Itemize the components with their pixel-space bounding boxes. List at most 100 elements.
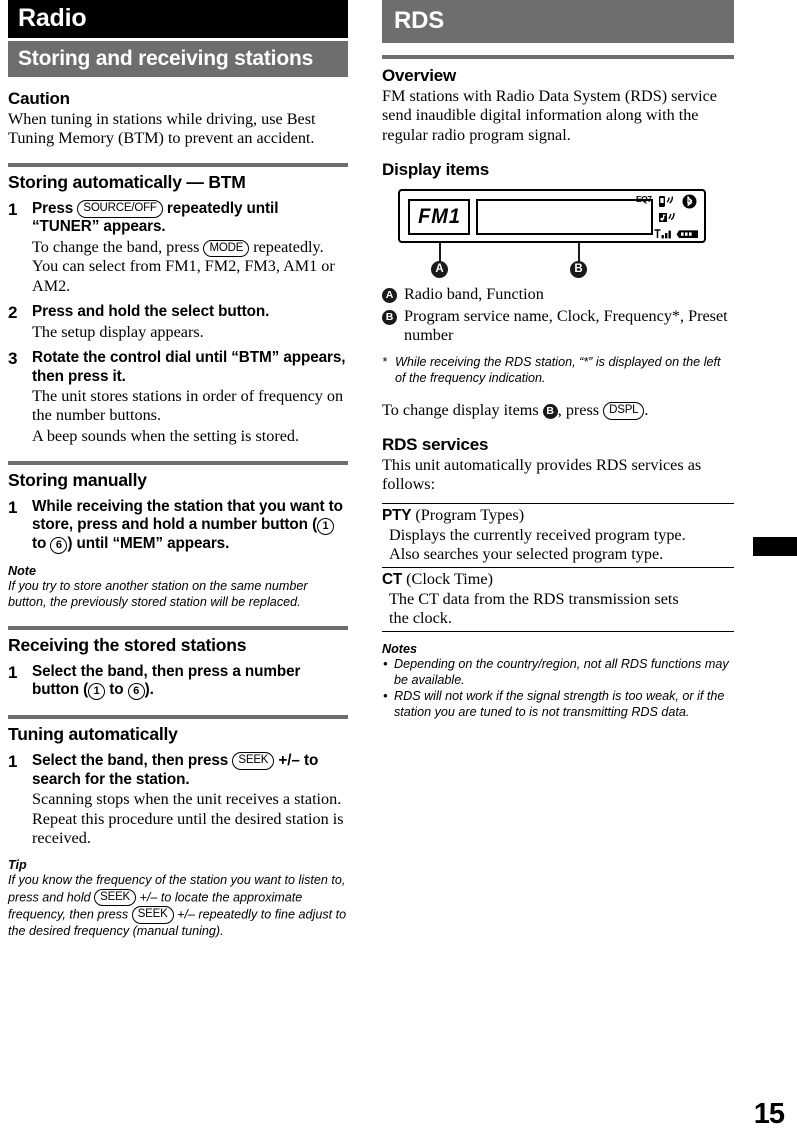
- note-list-item: • Depending on the country/region, not a…: [382, 656, 734, 689]
- number-button-6[interactable]: 6: [50, 537, 68, 555]
- definition-description-2: the clock.: [389, 609, 452, 628]
- term-expansion: (Program Types): [415, 506, 525, 525]
- definition-term: PTY (Program Types): [382, 506, 734, 525]
- step-description: To change the band, press MODE repeatedl…: [32, 238, 348, 296]
- footnote-body: While receiving the RDS station, “*” is …: [395, 355, 721, 386]
- callout-leader-b: [578, 243, 580, 263]
- legend-marker-b: B: [382, 309, 397, 325]
- overview-text: FM stations with Radio Data System (RDS)…: [382, 86, 717, 144]
- divider-rule: [382, 55, 734, 60]
- asterisk-marker: *: [382, 355, 387, 370]
- term-abbrev: PTY: [382, 507, 412, 525]
- seek-button[interactable]: SEEK: [94, 889, 137, 907]
- battery-icon: [676, 227, 700, 245]
- footnote-text: * While receiving the RDS station, “*” i…: [382, 355, 734, 387]
- definition-term: CT (Clock Time): [382, 570, 734, 589]
- number-button-1[interactable]: 1: [317, 518, 335, 536]
- caution-text: When tuning in stations while driving, u…: [8, 109, 316, 147]
- step-1-manual: 1 While receiving the station that you w…: [8, 498, 348, 555]
- page-number: 15: [753, 1098, 785, 1130]
- note-heading: Note: [8, 564, 36, 579]
- step-title-mid: to: [32, 535, 47, 553]
- step-1-tuning: 1 Select the band, then press SEEK +/– t…: [8, 752, 348, 848]
- step-number: 3: [8, 348, 18, 368]
- signal-strength-icon: [654, 227, 676, 245]
- radio-banner-title: Radio: [8, 0, 348, 38]
- term-expansion: (Clock Time): [406, 570, 493, 589]
- step-description-2: A beep sounds when the setting is stored…: [32, 426, 300, 445]
- step-title-pre: Select the band, then press: [32, 751, 229, 769]
- number-button-6[interactable]: 6: [127, 683, 145, 701]
- step-title-pre: While receiving the station that you wan…: [32, 497, 343, 534]
- callout-marker-a: A: [431, 261, 448, 279]
- lcd-main-field: [476, 199, 653, 236]
- section-tab-marker: [753, 537, 797, 556]
- step-number: 1: [8, 199, 18, 219]
- term-abbrev: CT: [382, 571, 403, 589]
- eq7-icon: EQ7: [636, 194, 652, 205]
- table-row: PTY (Program Types) Displays the current…: [382, 504, 734, 569]
- bluetooth-icon: [682, 194, 697, 214]
- divider-rule: [8, 461, 348, 466]
- step-title-post: ).: [144, 681, 154, 699]
- number-button-1[interactable]: 1: [88, 683, 106, 701]
- lcd-band-field: FM1: [408, 199, 470, 236]
- change-text-pre: To change display items: [382, 400, 539, 419]
- change-text-post: .: [644, 400, 649, 419]
- step-title-mid: to: [109, 681, 124, 699]
- section-heading-manual: Storing manually: [8, 470, 147, 491]
- left-column: Radio Storing and receiving stations Cau…: [8, 0, 348, 940]
- step-number: 1: [8, 662, 18, 682]
- mode-button[interactable]: MODE: [203, 239, 250, 257]
- seek-button[interactable]: SEEK: [131, 906, 174, 924]
- legend-item-a: A Radio band, Function: [382, 285, 734, 304]
- note-text: If you try to store another station on t…: [8, 579, 308, 610]
- step-number: 1: [8, 497, 18, 517]
- dspl-button[interactable]: DSPL: [603, 402, 645, 420]
- step-desc-pre: To change the band, press: [32, 238, 200, 257]
- seek-button[interactable]: SEEK: [232, 752, 275, 770]
- legend-marker-a: A: [382, 288, 397, 304]
- divider-rule: [8, 163, 348, 168]
- step-title: Select the band, then press SEEK +/– to …: [32, 752, 348, 789]
- definition-description: Displays the currently received program …: [389, 525, 686, 544]
- bullet-icon: •: [383, 688, 388, 704]
- overview-heading: Overview: [382, 66, 457, 86]
- bullet-icon: •: [383, 656, 388, 672]
- step-title-pre: Select the band, then press a number but…: [32, 662, 301, 699]
- note-list-item: • RDS will not work if the signal streng…: [382, 688, 734, 721]
- definition-description-2: Also searches your selected program type…: [389, 545, 664, 564]
- step-title: Press SOURCE/OFF repeatedly until “TUNER…: [32, 200, 348, 237]
- change-text-mid: , press: [557, 400, 600, 419]
- rds-services-intro: This unit automatically provides RDS ser…: [382, 455, 702, 493]
- table-row: CT (Clock Time) The CT data from the RDS…: [382, 568, 734, 633]
- rds-banner-title: RDS: [382, 0, 734, 44]
- tip-text: If you know the frequency of the station…: [8, 873, 348, 939]
- notes-heading: Notes: [382, 642, 417, 657]
- rds-services-heading: RDS services: [382, 435, 489, 455]
- note-list-text: Depending on the country/region, not all…: [394, 657, 729, 688]
- lcd-screen: FM1 EQ7: [398, 189, 706, 244]
- source-off-button[interactable]: SOURCE/OFF: [77, 200, 163, 218]
- step-title: While receiving the station that you wan…: [32, 498, 348, 555]
- lcd-illustration: FM1 EQ7 A B: [382, 189, 734, 289]
- caution-heading: Caution: [8, 89, 70, 109]
- step-title-post: ) until “MEM” appears.: [67, 535, 230, 553]
- definition-description: The CT data from the RDS transmission se…: [389, 589, 679, 608]
- callout-marker-b-inline: B: [542, 403, 558, 419]
- step-2-btm: 2 Press and hold the select button. The …: [8, 303, 348, 342]
- step-title: Select the band, then press a number but…: [32, 663, 348, 701]
- step-1-btm: 1 Press SOURCE/OFF repeatedly until “TUN…: [8, 200, 348, 296]
- rds-services-table: PTY (Program Types) Displays the current…: [382, 503, 734, 633]
- tip-heading: Tip: [8, 858, 27, 873]
- legend-item-b: B Program service name, Clock, Frequency…: [382, 307, 734, 346]
- legend-text-a: Radio band, Function: [404, 285, 544, 304]
- display-items-heading: Display items: [382, 159, 490, 179]
- note-list-text: RDS will not work if the signal strength…: [394, 689, 725, 720]
- step-title: Press and hold the select button.: [32, 302, 270, 320]
- step-1-receiving: 1 Select the band, then press a number b…: [8, 663, 348, 701]
- step-description: Scanning stops when the unit receives a …: [32, 790, 344, 847]
- lcd-indicator-cluster: EQ7: [634, 194, 700, 240]
- legend-text-b: Program service name, Clock, Frequency*,…: [404, 306, 728, 344]
- manual-page: Radio Storing and receiving stations Cau…: [0, 0, 797, 1142]
